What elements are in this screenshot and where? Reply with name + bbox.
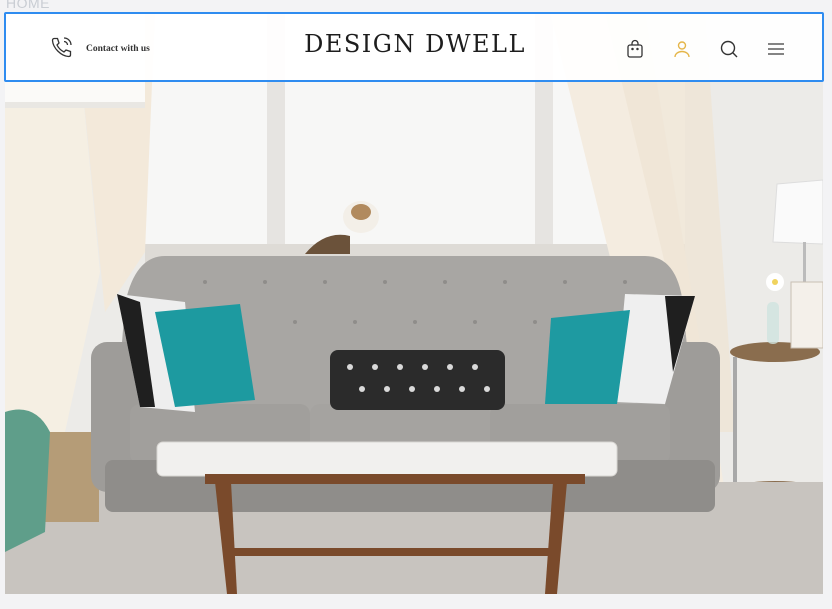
search-icon[interactable]: [718, 38, 739, 59]
phone-icon: [50, 35, 74, 64]
hero-image: [5, 12, 823, 594]
shopping-bag-icon[interactable]: [624, 38, 645, 59]
hero-scene-illustration: [5, 12, 823, 594]
contact-link[interactable]: Contact with us: [50, 36, 150, 62]
header-actions: [624, 38, 786, 59]
breadcrumb[interactable]: HOME: [6, 0, 50, 11]
site-logo[interactable]: DESIGN DWELL: [294, 30, 536, 58]
site-header: Contact with us DESIGN DWELL: [4, 12, 824, 82]
menu-icon[interactable]: [765, 38, 786, 59]
user-icon[interactable]: [671, 38, 692, 59]
contact-label: Contact with us: [86, 44, 150, 54]
